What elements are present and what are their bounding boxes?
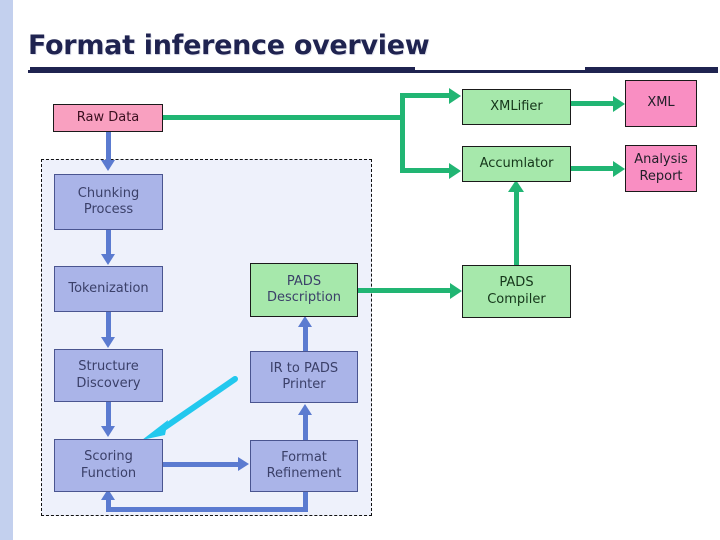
node-structure-discovery-label-line1: Structure [78,359,139,375]
node-analysis-report-label-line1: Analysis [634,152,688,168]
node-structure-discovery-label-line2: Discovery [76,375,141,391]
title-divider-rule-left [30,67,415,70]
node-tokenization[interactable]: Tokenization [54,266,163,312]
arrowhead-description-to-compiler-icon [450,283,462,299]
node-raw-data[interactable]: Raw Data [53,104,163,132]
arrow-to-xmlifier [400,93,452,98]
arrow-rawdata-to-chunking [106,131,111,163]
node-xml[interactable]: XML [625,80,697,127]
arrow-tokenization-to-structure [106,312,111,340]
left-band-inner-strip [13,0,22,540]
node-chunking-process-label-line1: Chunking [77,185,140,201]
arrow-refinement-return [106,507,308,512]
node-raw-data-label: Raw Data [76,109,140,125]
left-decorative-band [0,0,13,540]
arrowhead-printer-to-description-icon [298,316,312,327]
node-scoring-function-label-line2: Function [80,465,137,481]
arrow-xmlifier-to-xml [571,101,617,106]
node-xmlifier[interactable]: XMLifier [462,89,571,125]
node-chunking-process[interactable]: Chunking Process [54,174,163,230]
node-format-refinement-label-line2: Refinement [266,466,342,481]
arrowhead-refinement-to-printer-icon [298,404,312,415]
arrowhead-rawdata-to-chunking-icon [101,160,115,171]
arrowhead-accumlator-to-report-icon [613,161,625,177]
title-divider-rule-right [585,67,718,70]
node-pads-compiler-label-line2: Compiler [487,291,546,307]
arrow-structure-to-scoring [106,401,111,429]
node-scoring-function-label-line1: Scoring [84,449,133,465]
node-pads-description[interactable]: PADS Description [250,263,358,317]
arrow-to-accumlator [400,168,452,173]
arrowhead-chunking-to-tokenization-icon [101,254,115,265]
node-ir-to-pads-printer-label-line2: Printer [282,377,326,392]
title-divider-rule [28,70,718,73]
node-analysis-report-label-line2: Report [639,168,683,184]
node-pads-compiler[interactable]: PADS Compiler [462,265,571,318]
node-scoring-function[interactable]: Scoring Function [54,439,163,492]
slide-canvas: Format inference overview Raw Data Chunk… [0,0,720,540]
node-format-refinement[interactable]: Format Refinement [250,440,358,492]
node-pads-description-label-line1: PADS [286,273,322,289]
arrowhead-tokenization-to-structure-icon [101,337,115,348]
node-pads-description-label-line2: Description [266,290,342,305]
arrowhead-structure-to-scoring-icon [101,426,115,437]
arrowhead-xmlifier-to-xml-icon [613,96,625,112]
arrow-rawdata-riser [400,93,405,173]
node-xml-label: XML [647,95,675,111]
arrow-chunking-to-tokenization [106,229,111,257]
arrow-printer-to-description [303,325,308,351]
node-structure-discovery[interactable]: Structure Discovery [54,349,163,402]
node-format-refinement-label-line1: Format [281,449,327,465]
node-pads-compiler-label-line1: PADS [499,275,534,291]
arrow-accumlator-to-report [571,166,617,171]
node-accumlator[interactable]: Accumlator [462,146,571,182]
node-ir-to-pads-printer-label-line1: IR to PADS [269,360,339,376]
arrow-description-to-compiler [358,288,454,293]
arrow-rawdata-trunk [163,115,405,120]
arrow-compiler-to-accumlator [514,192,519,267]
arrowhead-to-xmlifier-icon [449,88,461,104]
node-chunking-process-label-line2: Process [83,202,134,217]
node-xmlifier-label: XMLifier [490,98,543,114]
arrow-scoring-to-refinement [163,462,241,467]
arrow-refinement-to-printer [303,413,308,441]
arrowhead-scoring-to-refinement-icon [238,457,249,471]
arrow-refinement-riser [106,500,111,510]
arrowhead-to-accumlator-icon [449,163,461,179]
node-tokenization-label: Tokenization [68,280,149,296]
node-ir-to-pads-printer[interactable]: IR to PADS Printer [250,351,358,403]
node-analysis-report[interactable]: Analysis Report [625,145,697,192]
node-accumlator-label: Accumlator [479,155,554,171]
page-title: Format inference overview [28,30,430,61]
